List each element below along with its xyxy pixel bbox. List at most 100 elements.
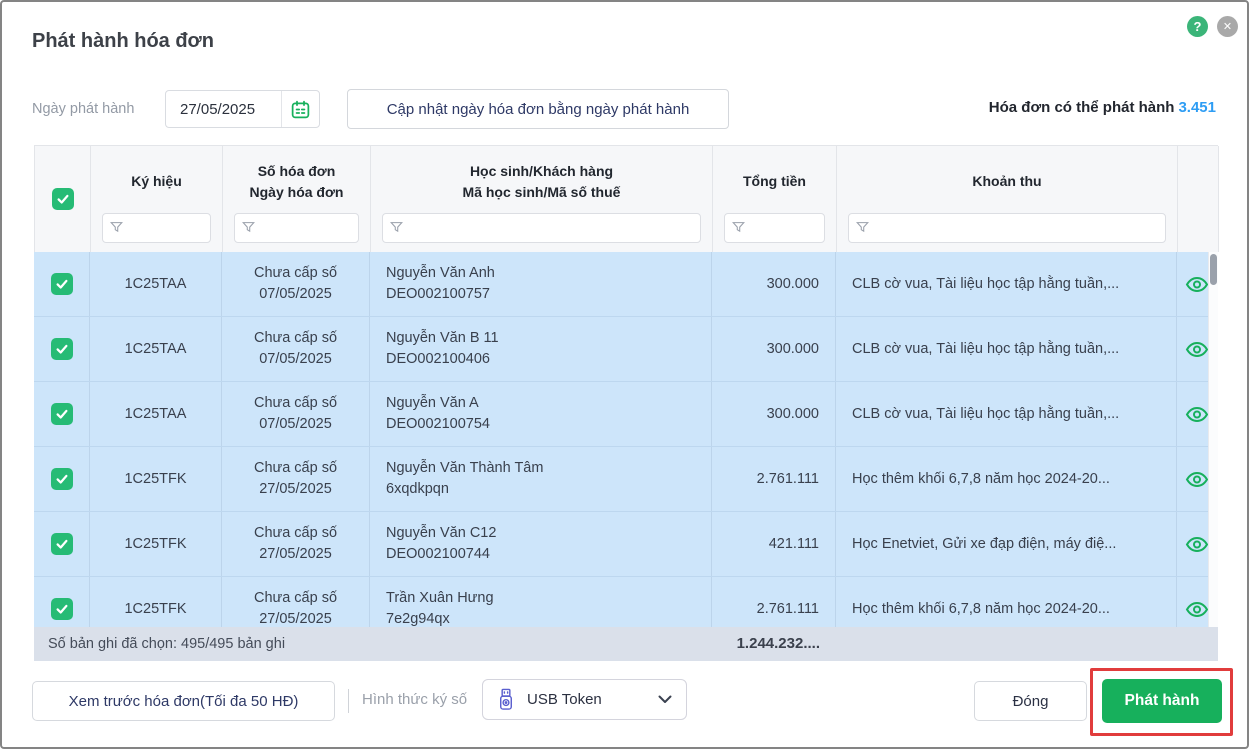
available-invoices-label: Hóa đơn có thể phát hành — [988, 99, 1175, 116]
filter-symbol-input[interactable] — [102, 213, 211, 243]
cell-symbol: 1C25TAA — [90, 317, 222, 381]
cell-customer: Nguyễn Văn C12 DEO002100744 — [370, 512, 712, 576]
cell-invoice-number: Chưa cấp số 07/05/2025 — [222, 382, 370, 446]
row-checkbox[interactable] — [50, 403, 73, 425]
issue-invoice-dialog: Phát hành hóa đơn ? ✕ Ngày phát hành Cập… — [0, 0, 1249, 749]
header-view-column — [1178, 146, 1219, 252]
row-checkbox[interactable] — [50, 468, 73, 490]
header-customer: Học sinh/Khách hàng Mã học sinh/Mã số th… — [371, 146, 713, 252]
cell-total: 300.000 — [712, 317, 836, 381]
table-header-row: Ký hiệu Số hóa đơn Ngày hóa đơn Học sinh… — [34, 145, 1219, 252]
cell-customer: Nguyễn Văn B 11 DEO002100406 — [370, 317, 712, 381]
eye-icon[interactable] — [1185, 536, 1209, 552]
header-total: Tổng tiền — [713, 146, 837, 252]
preview-invoices-button[interactable]: Xem trước hóa đơn(Tối đa 50 HĐ) — [32, 681, 335, 721]
available-invoices-count: 3.451 — [1178, 99, 1216, 116]
row-checkbox[interactable] — [50, 338, 73, 360]
update-invoice-date-button[interactable]: Cập nhật ngày hóa đơn bằng ngày phát hàn… — [347, 89, 729, 129]
cell-fees: Học thêm khối 6,7,8 năm học 2024-20... — [836, 577, 1177, 627]
close-dialog-button[interactable]: Đóng — [974, 681, 1087, 721]
cell-symbol: 1C25TFK — [90, 447, 222, 511]
filter-fees-input[interactable] — [848, 213, 1166, 243]
checkmark-icon — [55, 409, 68, 419]
table-row: 1C25TAA Chưa cấp số 07/05/2025 Nguyễn Văn… — [34, 252, 1218, 317]
select-all-checkbox[interactable] — [51, 188, 74, 210]
table-row: 1C25TAA Chưa cấp số 07/05/2025 Nguyễn Văn… — [34, 382, 1218, 447]
chevron-down-icon — [658, 695, 672, 704]
scrollbar-thumb[interactable] — [1210, 254, 1217, 285]
cell-fees: Học thêm khối 6,7,8 năm học 2024-20... — [836, 447, 1177, 511]
cell-total: 300.000 — [712, 382, 836, 446]
cell-invoice-number: Chưa cấp số 07/05/2025 — [222, 252, 370, 316]
cell-fees: CLB cờ vua, Tài liệu học tập hằng tuần,.… — [836, 382, 1177, 446]
cell-fees: Học Enetviet, Gửi xe đạp điện, máy điệ..… — [836, 512, 1177, 576]
eye-icon[interactable] — [1185, 601, 1209, 617]
cell-symbol: 1C25TFK — [90, 577, 222, 627]
column-title: Ký hiệu — [131, 173, 182, 190]
selected-records-text: Số bản ghi đã chọn: 495/495 bản ghi — [48, 636, 286, 652]
cell-invoice-number: Chưa cấp số 27/05/2025 — [222, 447, 370, 511]
calendar-icon — [291, 100, 310, 118]
checkmark-icon — [55, 604, 68, 614]
cell-customer: Nguyễn Văn Anh DEO002100757 — [370, 252, 712, 316]
cell-fees: CLB cờ vua, Tài liệu học tập hằng tuần,.… — [836, 252, 1177, 316]
column-title: Khoản thu — [972, 173, 1042, 190]
column-title: Tổng tiền — [743, 173, 806, 190]
checkmark-icon — [55, 474, 68, 484]
table-body: 1C25TAA Chưa cấp số 07/05/2025 Nguyễn Văn… — [34, 252, 1218, 627]
table-row: 1C25TFK Chưa cấp số 27/05/2025 Nguyễn Văn… — [34, 447, 1218, 512]
summary-bar: Số bản ghi đã chọn: 495/495 bản ghi 1.24… — [34, 627, 1218, 661]
column-subtitle: Mã học sinh/Mã số thuế — [462, 183, 621, 200]
cell-fees: CLB cờ vua, Tài liệu học tập hằng tuần,.… — [836, 317, 1177, 381]
header-fees: Khoản thu — [837, 146, 1178, 252]
cell-total: 300.000 — [712, 252, 836, 316]
table-scrollbar[interactable] — [1208, 252, 1218, 627]
checkmark-icon — [55, 279, 68, 289]
close-icon[interactable]: ✕ — [1217, 16, 1238, 37]
filter-customer-input[interactable] — [382, 213, 701, 243]
header-symbol: Ký hiệu — [91, 146, 223, 252]
cell-customer: Nguyễn Văn A DEO002100754 — [370, 382, 712, 446]
help-icon[interactable]: ? — [1187, 16, 1208, 37]
issue-date-label: Ngày phát hành — [32, 101, 135, 117]
column-title: Học sinh/Khách hàng — [469, 163, 614, 180]
calendar-button[interactable] — [281, 91, 319, 127]
cell-invoice-number: Chưa cấp số 27/05/2025 — [222, 512, 370, 576]
cell-symbol: 1C25TFK — [90, 512, 222, 576]
cell-total: 2.761.111 — [712, 577, 836, 627]
issue-date-field — [165, 90, 320, 128]
sign-method-label: Hình thức ký số — [362, 691, 468, 708]
checkmark-icon — [55, 539, 68, 549]
eye-icon[interactable] — [1185, 406, 1209, 422]
cell-total: 2.761.111 — [712, 447, 836, 511]
page-title: Phát hành hóa đơn — [32, 30, 214, 52]
header-checkbox-cell — [35, 146, 91, 252]
cell-customer: Nguyễn Văn Thành Tâm 6xqdkpqn — [370, 447, 712, 511]
cell-customer: Trần Xuân Hưng 7e2g94qx — [370, 577, 712, 627]
issue-date-input[interactable] — [166, 91, 281, 127]
filter-invoice-number-input[interactable] — [234, 213, 359, 243]
row-checkbox[interactable] — [50, 598, 73, 620]
cell-symbol: 1C25TAA — [90, 382, 222, 446]
row-checkbox[interactable] — [50, 533, 73, 555]
invoice-table: Ký hiệu Số hóa đơn Ngày hóa đơn Học sinh… — [34, 145, 1219, 627]
cell-total: 421.111 — [712, 512, 836, 576]
row-checkbox[interactable] — [50, 273, 73, 295]
eye-icon[interactable] — [1185, 471, 1209, 487]
sign-method-dropdown[interactable]: USB Token — [482, 679, 687, 720]
cell-invoice-number: Chưa cấp số 07/05/2025 — [222, 317, 370, 381]
eye-icon[interactable] — [1185, 341, 1209, 357]
filter-total-input[interactable] — [724, 213, 825, 243]
available-invoices: Hóa đơn có thể phát hành 3.451 — [989, 99, 1216, 116]
eye-icon[interactable] — [1185, 276, 1209, 292]
cell-invoice-number: Chưa cấp số 27/05/2025 — [222, 577, 370, 627]
table-row: 1C25TAA Chưa cấp số 07/05/2025 Nguyễn Văn… — [34, 317, 1218, 382]
column-title: Số hóa đơn — [257, 163, 336, 180]
column-subtitle: Ngày hóa đơn — [249, 183, 344, 200]
checkmark-icon — [56, 194, 69, 204]
issue-button[interactable]: Phát hành — [1102, 679, 1222, 723]
table-row: 1C25TFK Chưa cấp số 27/05/2025 Trần Xuân … — [34, 577, 1218, 627]
table-row: 1C25TFK Chưa cấp số 27/05/2025 Nguyễn Văn… — [34, 512, 1218, 577]
header-invoice-number: Số hóa đơn Ngày hóa đơn — [223, 146, 371, 252]
footer-divider — [348, 689, 349, 713]
